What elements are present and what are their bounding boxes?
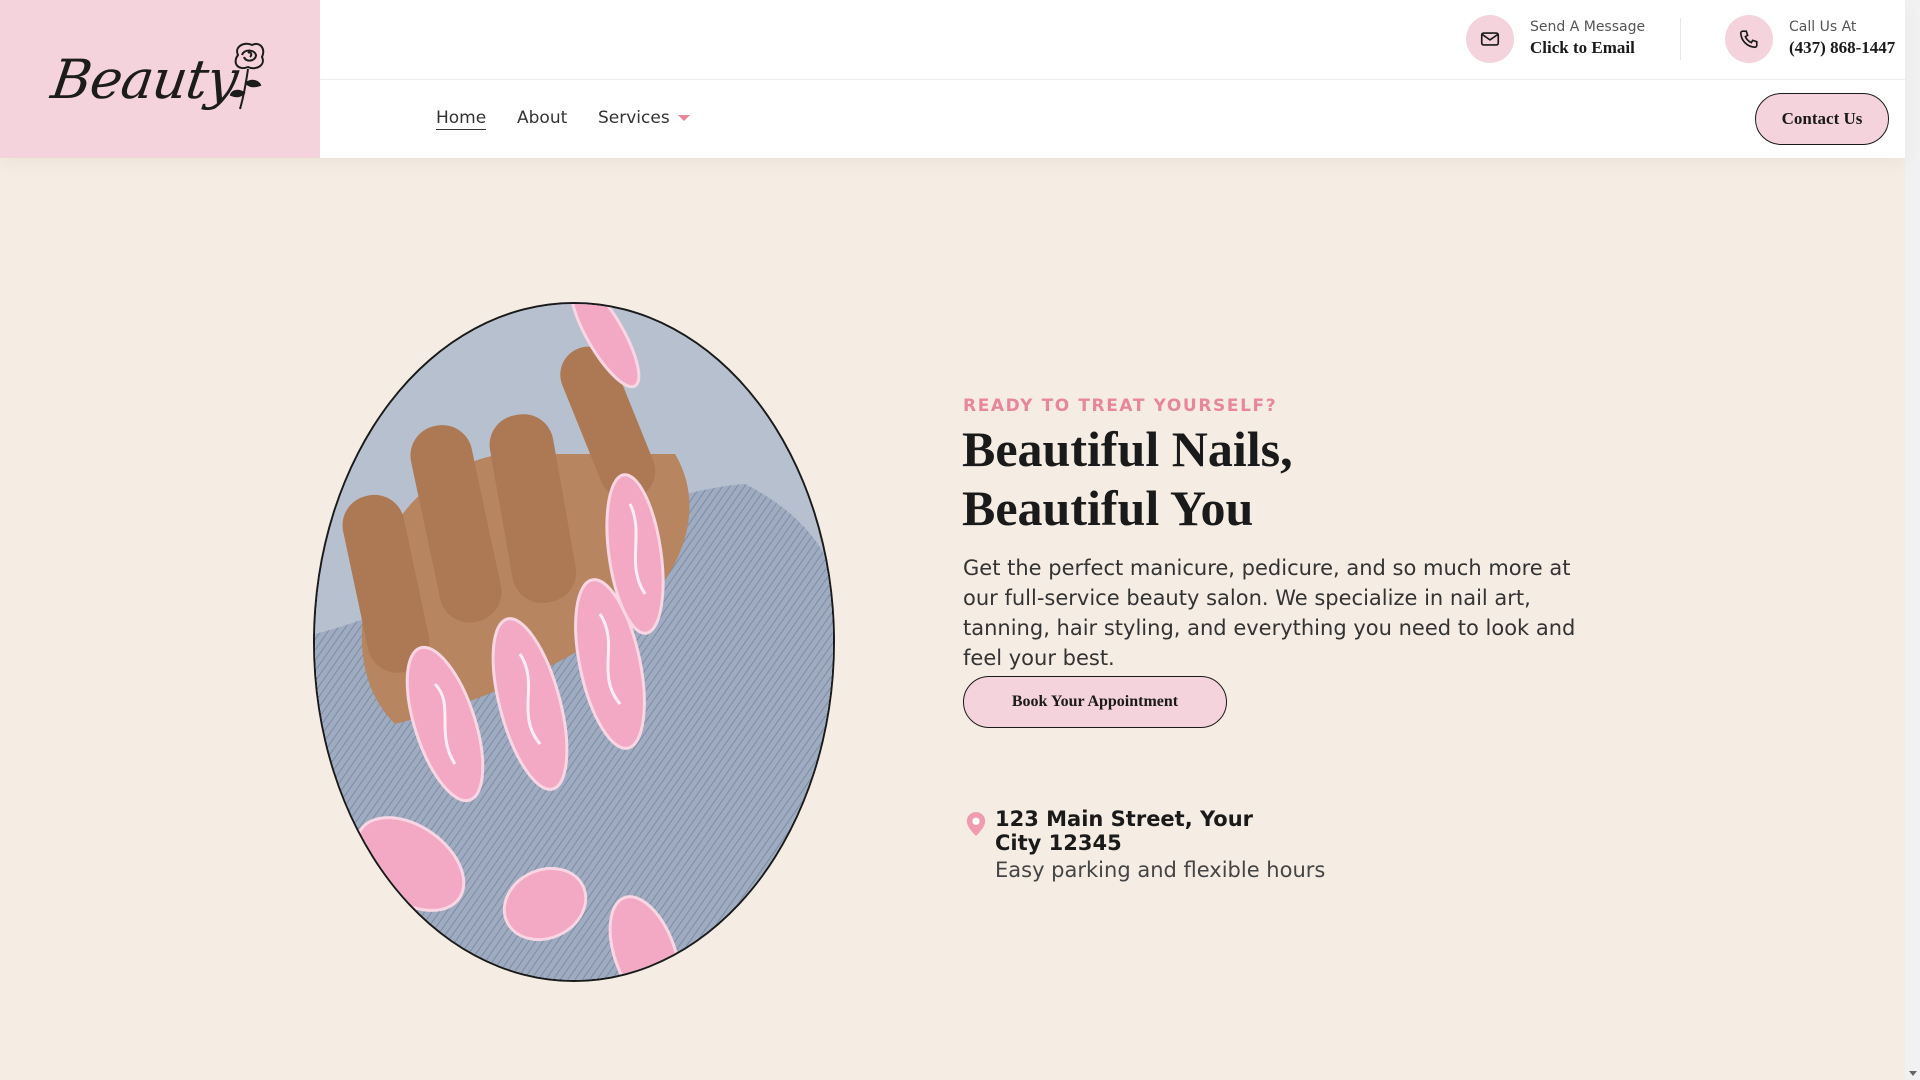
mail-icon (1466, 15, 1514, 63)
phone-number[interactable]: (437) 868-1447 (1789, 36, 1895, 60)
site-header: Beauty Send A Message Click to Email Cal… (0, 0, 1905, 158)
hero-image (313, 302, 835, 982)
hero-headline: Beautiful Nails, Beautiful You (962, 420, 1462, 538)
logo-text: Beauty (47, 47, 241, 111)
logo[interactable]: Beauty (0, 0, 320, 158)
main-nav: Home About Services (320, 80, 1905, 158)
hero-eyebrow: READY TO TREAT YOURSELF? (963, 396, 1278, 416)
chevron-down-icon (677, 115, 690, 121)
headline-line-2: Beautiful You (962, 480, 1254, 536)
email-contact[interactable]: Send A Message Click to Email (1466, 15, 1645, 63)
email-label: Send A Message (1530, 19, 1646, 35)
nav-services[interactable]: Services (598, 108, 690, 128)
divider (1680, 18, 1681, 60)
phone-icon (1725, 15, 1773, 63)
manicured-hand-photo (315, 304, 833, 980)
phone-contact[interactable]: Call Us At (437) 868-1447 (1725, 15, 1895, 63)
nav-about[interactable]: About (517, 108, 567, 128)
headline-line-1: Beautiful Nails, (962, 421, 1293, 477)
map-pin-icon (966, 812, 986, 836)
scrollbar[interactable] (1905, 0, 1920, 1080)
hero-description: Get the perfect manicure, pedicure, and … (963, 556, 1576, 670)
scroll-down-arrow-icon[interactable] (1909, 1071, 1917, 1076)
address: 123 Main Street, Your City 12345 (995, 807, 1254, 855)
nav-home[interactable]: Home (436, 108, 487, 130)
book-appointment-button[interactable]: Book Your Appointment (963, 676, 1227, 728)
address-note: Easy parking and flexible hours (995, 858, 1326, 882)
nav-services-label: Services (598, 108, 670, 128)
phone-label: Call Us At (1789, 19, 1857, 35)
email-link[interactable]: Click to Email (1530, 36, 1645, 60)
contact-us-button[interactable]: Contact Us (1755, 93, 1889, 145)
contact-topbar: Send A Message Click to Email Call Us At… (320, 0, 1905, 80)
